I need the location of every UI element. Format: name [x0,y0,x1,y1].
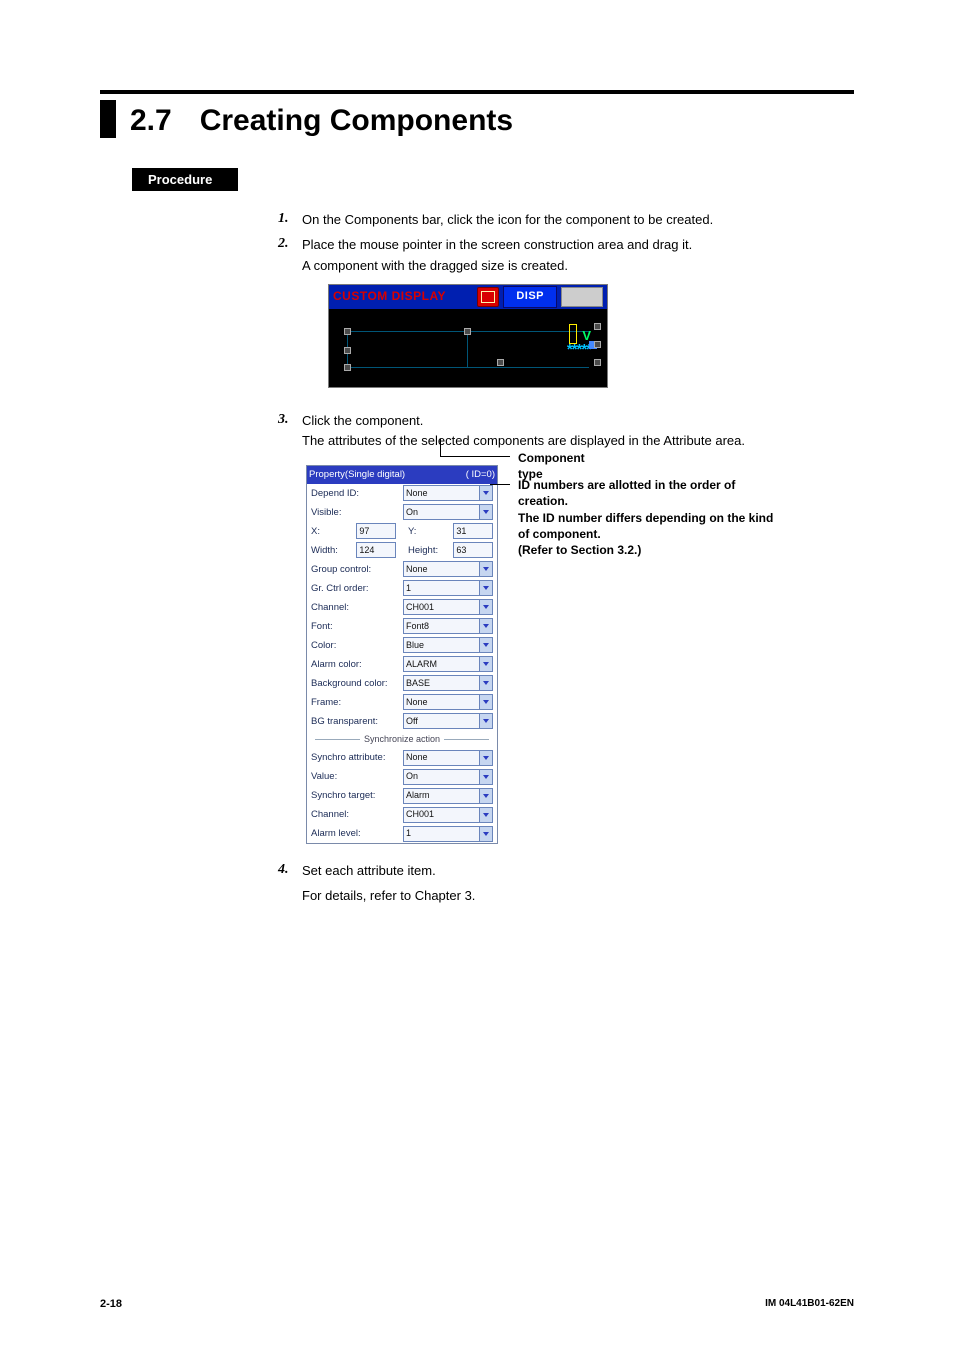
cd-blank [561,287,603,307]
attr-row: Synchro target:Alarm [307,786,497,805]
attr-row: Value:On [307,767,497,786]
attr-row: Alarm color:ALARM [307,655,497,674]
step-number: 2. [278,236,302,406]
attr-field-dropdown[interactable]: Off [403,713,493,729]
attr-row: Font:Font8 [307,617,497,636]
attr-row: Synchro attribute:None [307,748,497,767]
attr-field-dropdown[interactable]: On [403,504,493,520]
attr-row-xy: Width: 124 Height: 63 [307,541,497,560]
step-3: 3. Click the component. The attributes o… [278,412,854,845]
attr-label: Group control: [311,563,403,577]
attr-label: Depend ID: [311,487,403,501]
cd-titlebar: CUSTOM DISPLAY DISP [329,285,607,309]
page-footer: 2-18 IM 04L41B01-62EN [100,1298,854,1310]
step-text: On the Components bar, click the icon fo… [302,211,854,230]
attr-field-dropdown[interactable]: CH001 [403,599,493,615]
attr-field-dropdown[interactable]: CH001 [403,807,493,823]
attr-row: Alarm level:1 [307,824,497,843]
attr-label: Y: [408,525,453,539]
custom-display-mock: CUSTOM DISPLAY DISP [328,284,608,388]
attr-field-dropdown[interactable]: None [403,485,493,501]
attr-field-text[interactable]: 124 [356,542,396,558]
attr-label: Font: [311,620,403,634]
attr-field-text[interactable]: 97 [356,523,396,539]
callout-id-note: ID numbers are allotted in the order of … [518,477,778,558]
attr-row: Gr. Ctrl order:1 [307,579,497,598]
step-number: 3. [278,412,302,845]
attr-label: BG transparent: [311,715,403,729]
attr-label: Visible: [311,506,403,520]
attr-row: Visible: On [307,503,497,522]
attr-field-dropdown[interactable]: 1 [403,826,493,842]
attr-header-right: ( ID=0) [466,468,495,482]
step-1: 1. On the Components bar, click the icon… [278,211,854,230]
attr-field-dropdown[interactable]: Blue [403,637,493,653]
heading-bar [100,100,116,138]
attr-field-dropdown[interactable]: None [403,750,493,766]
attr-label: Height: [408,544,453,558]
attr-field-text[interactable]: 31 [453,523,493,539]
attr-row: Frame:None [307,693,497,712]
footer-doc-id: IM 04L41B01-62EN [765,1298,854,1310]
attr-sync-divider: Synchronize action [307,731,497,748]
attribute-panel: Property(Single digital) ( ID=0) Depend … [306,465,498,844]
step-text: Click the component. [302,412,854,431]
section-number: 2.7 [130,104,172,138]
attr-field-dropdown[interactable]: None [403,561,493,577]
attr-label: Synchro target: [311,789,403,803]
attr-header-left: Property(Single digital) [309,468,405,482]
attr-header: Property(Single digital) ( ID=0) [307,466,497,484]
attr-label: Gr. Ctrl order: [311,582,403,596]
attr-field-dropdown[interactable]: None [403,694,493,710]
attr-label: Background color: [311,677,403,691]
step-4: 4. Set each attribute item. For details,… [278,862,854,906]
step-text: Place the mouse pointer in the screen co… [302,236,854,255]
attr-row-xy: X: 97 Y: 31 [307,522,497,541]
step-text: Set each attribute item. [302,862,854,881]
attr-label: Synchro attribute: [311,751,403,765]
attr-row: Depend ID: None [307,484,497,503]
procedure-label: Procedure [132,168,238,191]
disp-button: DISP [503,286,557,308]
attr-field-dropdown[interactable]: On [403,769,493,785]
step-subtext: For details, refer to Chapter 3. [302,887,854,906]
section-title: Creating Components [200,104,513,137]
attr-field-dropdown[interactable]: BASE [403,675,493,691]
step-number: 1. [278,211,302,230]
attr-label: Frame: [311,696,403,710]
cd-title: CUSTOM DISPLAY [333,288,477,305]
attr-label: Alarm color: [311,658,403,672]
step-2: 2. Place the mouse pointer in the screen… [278,236,854,406]
attr-field-dropdown[interactable]: Alarm [403,788,493,804]
attr-row: BG transparent:Off [307,712,497,731]
cd-body: V ***** [329,309,607,387]
attr-field-dropdown[interactable]: ALARM [403,656,493,672]
stop-icon [477,287,499,307]
attr-row: Group control:None [307,560,497,579]
attr-label: Alarm level: [311,827,403,841]
section-rule [100,90,854,94]
attr-label: Color: [311,639,403,653]
attr-row: Color:Blue [307,636,497,655]
attr-field-dropdown[interactable]: Font8 [403,618,493,634]
attr-row: Channel:CH001 [307,598,497,617]
attr-label: Width: [311,544,356,558]
attr-label: Channel: [311,808,403,822]
attr-row: Background color:BASE [307,674,497,693]
attr-label: Channel: [311,601,403,615]
attr-field-dropdown[interactable]: 1 [403,580,493,596]
attr-row: Channel:CH001 [307,805,497,824]
footer-page: 2-18 [100,1298,122,1310]
section-heading: 2.7 Creating Components [100,100,854,138]
step-subtext: The attributes of the selected component… [302,432,854,451]
attr-field-text[interactable]: 63 [453,542,493,558]
attr-label: X: [311,525,356,539]
attr-label: Value: [311,770,403,784]
step-number: 4. [278,862,302,906]
step-subtext: A component with the dragged size is cre… [302,257,854,276]
